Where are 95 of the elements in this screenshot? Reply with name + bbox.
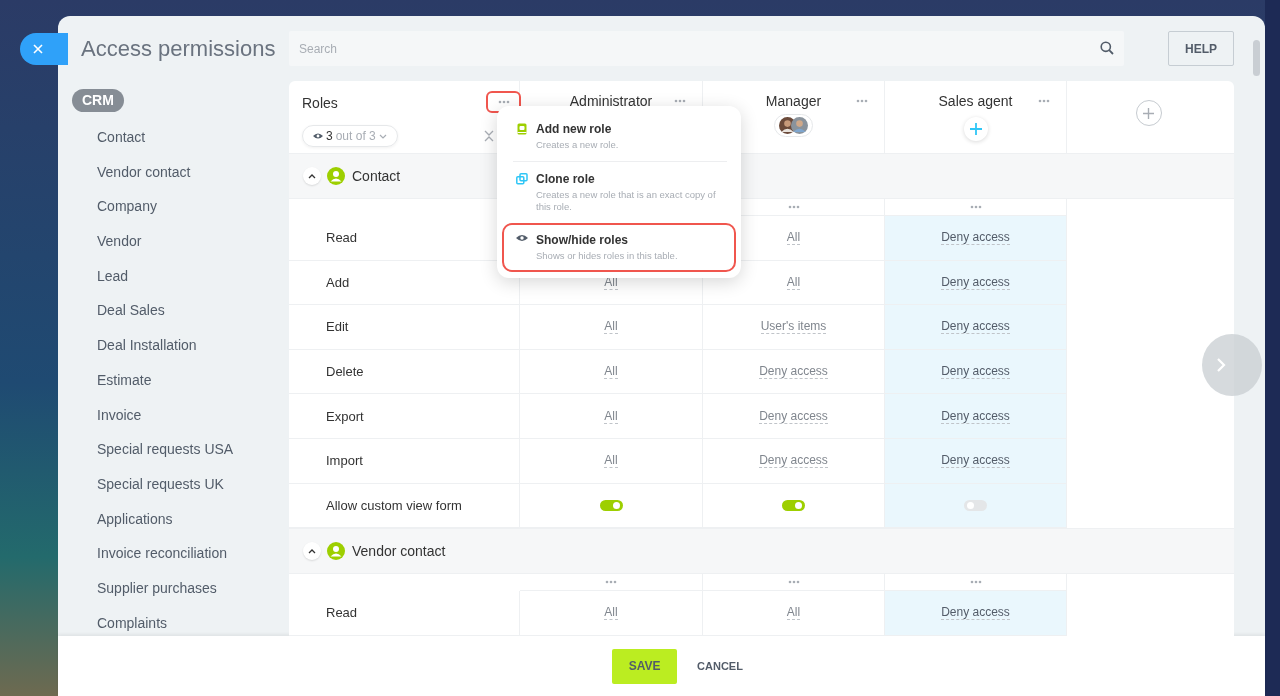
more-icon[interactable]	[969, 205, 982, 209]
sidebar-item[interactable]: Lead	[72, 258, 289, 294]
access-value[interactable]: Deny access	[941, 605, 1010, 621]
collapse-button[interactable]	[303, 167, 321, 185]
close-button[interactable]	[20, 33, 68, 65]
role-total: out of 3	[335, 129, 376, 143]
group-label: CRM	[72, 89, 124, 112]
sidebar-item[interactable]: Invoice reconciliation	[72, 536, 289, 571]
copy-icon	[516, 173, 528, 185]
collapse-button[interactable]	[303, 542, 321, 561]
search-icon[interactable]	[1100, 41, 1114, 55]
access-value[interactable]: User's items	[760, 319, 827, 335]
sidebar-item[interactable]: Deal Installation	[72, 328, 289, 363]
access-value[interactable]: All	[604, 319, 618, 335]
column-header: Roles	[302, 95, 338, 111]
access-value[interactable]: Deny access	[759, 453, 828, 469]
sidebar-item[interactable]: Special requests UK	[72, 466, 289, 502]
sidebar-item[interactable]: Special requests USA	[72, 432, 289, 467]
access-value[interactable]: Deny access	[941, 453, 1010, 469]
role-name: Sales agent	[938, 93, 1013, 109]
sidebar-item[interactable]: Vendor contact	[72, 154, 289, 190]
access-value[interactable]: All	[786, 605, 801, 621]
person-icon	[327, 542, 345, 561]
row-label: Import	[289, 438, 520, 484]
chevron-icon	[308, 548, 316, 554]
add-role-button[interactable]	[1135, 100, 1162, 126]
access-value[interactable]: Deny access	[759, 364, 828, 380]
eye-icon	[516, 234, 528, 242]
toggle-switch[interactable]	[964, 499, 987, 511]
access-value[interactable]: All	[604, 453, 618, 469]
more-icon[interactable]	[605, 580, 617, 585]
access-value[interactable]: All	[604, 408, 618, 424]
role-name: Manager	[765, 93, 822, 109]
sidebar-item[interactable]: Complaints	[72, 605, 289, 641]
menu-item-description: Shows or hides roles in this table.	[536, 250, 678, 262]
cancel-button[interactable]: CANCEL	[693, 656, 747, 676]
access-value[interactable]: All	[604, 364, 618, 380]
menu-item-title: Show/hide roles	[536, 233, 629, 247]
add-user-button[interactable]	[963, 117, 988, 141]
menu-item[interactable]: Add new role Creates a new role.	[502, 112, 736, 161]
access-value[interactable]: Deny access	[941, 319, 1010, 335]
menu-item-title: Clone role	[536, 172, 596, 186]
sidebar-item[interactable]: Invoice	[72, 397, 289, 433]
menu-item[interactable]: Show/hide roles Shows or hides roles in this table.	[502, 223, 736, 272]
document-icon	[516, 123, 528, 135]
access-value[interactable]: Deny access	[941, 274, 1010, 290]
access-value[interactable]: Deny access	[941, 364, 1010, 380]
role-name: Administrator	[569, 93, 653, 109]
access-value[interactable]: All	[786, 230, 801, 246]
more-icon[interactable]	[787, 580, 800, 585]
close-icon	[33, 44, 43, 54]
chevron-down-icon	[378, 133, 387, 139]
sidebar-item[interactable]: Company	[72, 189, 289, 225]
chevron-icon	[308, 173, 316, 179]
access-value[interactable]: All	[786, 274, 801, 290]
sidebar-item[interactable]: Estimate	[72, 362, 289, 398]
row-label: Export	[289, 394, 520, 439]
menu-item-title: Add new role	[536, 122, 613, 136]
role-count: 3	[326, 129, 333, 143]
more-icon	[497, 100, 510, 104]
access-value[interactable]: Deny access	[759, 408, 828, 424]
person-icon	[327, 167, 345, 185]
more-icon[interactable]	[856, 99, 868, 103]
access-value[interactable]: Deny access	[941, 408, 1010, 424]
menu-item-description: Creates a new role that is an exact copy of this role.	[536, 189, 717, 213]
section-title: Contact	[352, 168, 401, 184]
menu-item-description: Creates a new role.	[536, 139, 619, 151]
more-icon[interactable]	[1038, 99, 1050, 103]
sidebar-item[interactable]: Supplier purchases	[72, 570, 289, 606]
scrollbar[interactable]	[1253, 40, 1260, 76]
toggle-switch[interactable]	[599, 499, 623, 511]
access-value[interactable]: Deny access	[941, 230, 1010, 246]
more-icon[interactable]	[674, 99, 686, 103]
section-title: Vendor contact	[352, 543, 446, 560]
more-icon[interactable]	[969, 580, 982, 585]
row-label: Read	[289, 591, 520, 636]
save-button[interactable]: SAVE	[612, 648, 678, 684]
toggle-switch[interactable]	[782, 499, 805, 511]
eye-icon	[313, 133, 323, 139]
chevron-right-icon	[1216, 357, 1226, 373]
plus-icon	[1143, 107, 1154, 119]
access-value[interactable]: All	[604, 605, 618, 621]
row-label: Edit	[289, 305, 520, 350]
sidebar-item[interactable]: Applications	[72, 501, 289, 537]
avatar-icon	[791, 117, 808, 134]
window-title: Access permissions	[80, 35, 277, 63]
more-icon[interactable]	[787, 205, 800, 209]
plus-icon	[969, 123, 982, 135]
help-button[interactable]: HELP	[1168, 31, 1234, 66]
collapse-icon[interactable]	[484, 130, 494, 142]
sidebar-item[interactable]: Deal Sales	[72, 293, 289, 329]
search-field[interactable]: Search	[289, 31, 1124, 66]
sidebar-item[interactable]: Contact	[72, 120, 289, 155]
row-label: Delete	[289, 349, 520, 395]
sidebar-item[interactable]: Vendor	[72, 224, 289, 259]
